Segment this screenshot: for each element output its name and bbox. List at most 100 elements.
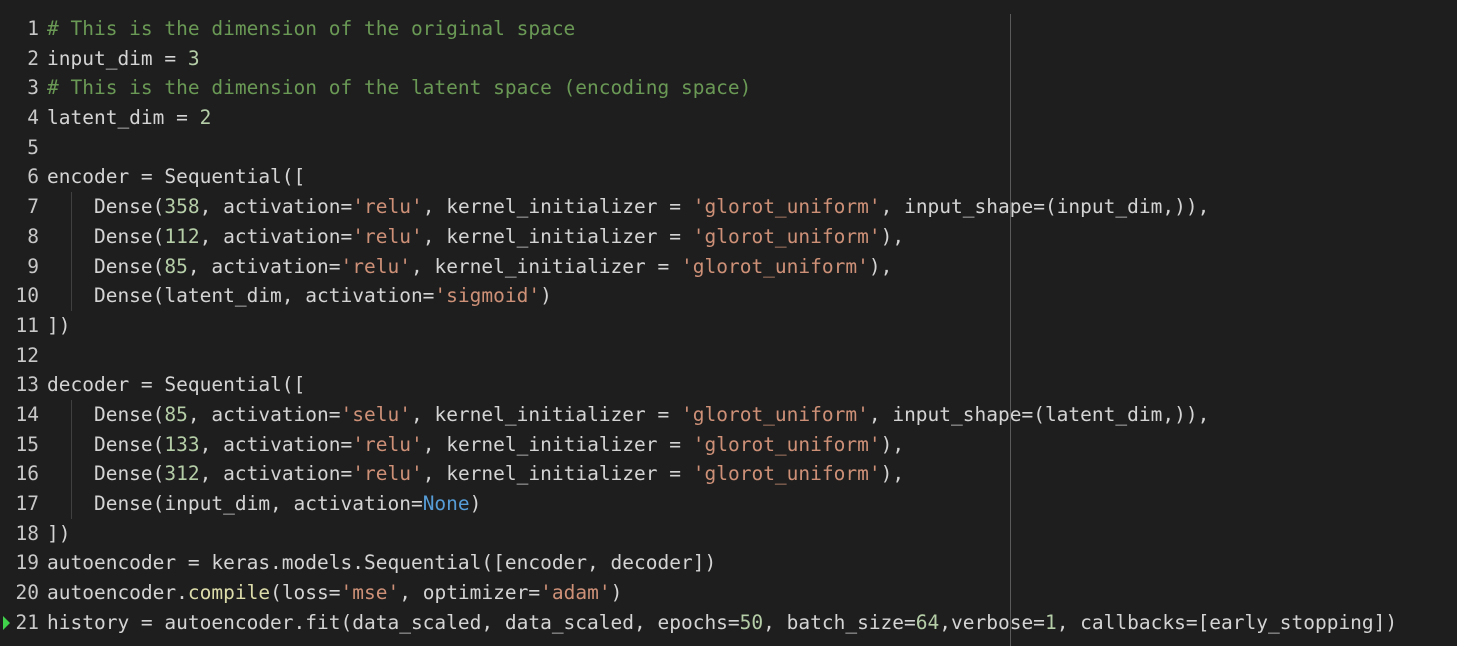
code-text: ]) xyxy=(47,311,70,341)
code-token-default: , activation= xyxy=(199,224,353,248)
code-token-string: 'glorot_uniform' xyxy=(692,224,881,248)
code-line[interactable]: 9 Dense(85, activation='relu', kernel_in… xyxy=(0,251,1457,282)
code-token-func: compile xyxy=(187,581,271,605)
code-line[interactable]: 10 Dense(latent_dim, activation='sigmoid… xyxy=(0,281,1457,311)
code-line[interactable]: 21 history = autoencoder.fit(data_scaled,… xyxy=(0,608,1457,638)
code-token-default: Dense(input_dim, activation= xyxy=(47,492,423,515)
code-line[interactable]: 8 Dense(112, activation='relu', kernel_i… xyxy=(0,221,1457,252)
line-number: 9 xyxy=(27,254,39,278)
code-token-number: 133 xyxy=(164,432,200,456)
line-number: 13 xyxy=(15,373,39,397)
code-line[interactable]: 20 autoencoder.compile(loss='mse', optimi… xyxy=(0,578,1457,608)
code-token-number: 50 xyxy=(739,610,764,634)
code-token-number: 358 xyxy=(164,195,200,219)
code-token-number: 2 xyxy=(199,106,212,130)
code-token-string: 'glorot_uniform' xyxy=(692,195,881,219)
code-line[interactable]: 15 Dense(133, activation='relu', kernel_… xyxy=(0,429,1457,460)
code-token-default: Dense( xyxy=(47,402,165,426)
code-line[interactable]: 2 input_dim = 3 xyxy=(0,44,1457,74)
line-number: 2 xyxy=(27,46,39,70)
code-text: Dense(133, activation='relu', kernel_ini… xyxy=(47,430,904,460)
code-line[interactable]: 11]) xyxy=(0,311,1457,341)
code-text: Dense(latent_dim, activation='sigmoid') xyxy=(47,281,552,311)
code-token-default: , activation= xyxy=(187,402,341,426)
line-number: 10 xyxy=(15,284,39,308)
code-token-string: 'selu' xyxy=(340,402,411,426)
code-line[interactable]: 17 Dense(input_dim, activation=None) xyxy=(0,489,1457,519)
code-text: decoder = Sequential([ xyxy=(47,370,305,400)
code-text: encoder = Sequential([ xyxy=(47,162,305,192)
code-token-default: decoder = Sequential([ xyxy=(47,373,306,397)
code-token-default: ), xyxy=(880,224,905,248)
code-token-default: ) xyxy=(540,284,552,308)
code-token-default: , callbacks=[early_stopping]) xyxy=(1056,610,1398,634)
code-text: # This is the dimension of the latent sp… xyxy=(47,73,751,103)
code-text: Dense(input_dim, activation=None) xyxy=(47,489,481,519)
code-text: input_dim = 3 xyxy=(47,44,200,74)
code-token-default: , kernel_initializer = xyxy=(422,432,693,456)
code-token-number: 1 xyxy=(1044,610,1057,634)
code-token-default: , input_shape=(latent_dim,)), xyxy=(868,402,1210,426)
code-token-string: 'relu' xyxy=(340,254,411,278)
code-token-string: 'relu' xyxy=(352,462,423,486)
code-line[interactable]: 13 decoder = Sequential([ xyxy=(0,370,1457,400)
code-token-default: , activation= xyxy=(199,195,353,219)
code-line[interactable]: 3 # This is the dimension of the latent s… xyxy=(0,73,1457,103)
code-token-string: 'adam' xyxy=(540,581,611,605)
code-token-default: encoder = Sequential([ xyxy=(47,165,306,189)
code-line[interactable]: 1 # This is the dimension of the original… xyxy=(0,14,1457,44)
code-token-default: latent_dim = xyxy=(47,106,200,130)
code-line[interactable]: 18]) xyxy=(0,519,1457,549)
code-token-default: Dense( xyxy=(47,254,165,278)
code-token-default: Dense( xyxy=(47,432,165,456)
code-text: ]) xyxy=(47,519,70,549)
code-token-default: autoencoder. xyxy=(47,581,188,605)
code-token-default: ) xyxy=(469,492,482,515)
line-number: 15 xyxy=(15,432,39,456)
code-token-default: Dense( xyxy=(47,462,165,486)
code-text: Dense(85, activation='relu', kernel_init… xyxy=(47,252,892,282)
column-ruler xyxy=(1010,14,1011,646)
code-token-number: 85 xyxy=(164,402,188,426)
code-token-default: , kernel_initializer = xyxy=(422,462,693,486)
code-line[interactable]: 14 Dense(85, activation='selu', kernel_i… xyxy=(0,399,1457,430)
code-line[interactable]: 4 latent_dim = 2 xyxy=(0,103,1457,133)
code-text: history = autoencoder.fit(data_scaled, d… xyxy=(47,608,1397,638)
code-editor[interactable]: 1 # This is the dimension of the original… xyxy=(0,14,1457,637)
code-token-number: 312 xyxy=(164,462,200,486)
code-text: Dense(358, activation='relu', kernel_ini… xyxy=(47,192,1209,222)
code-token-default: ) xyxy=(610,581,623,605)
line-number: 21 xyxy=(15,610,39,634)
code-line[interactable]: 16 Dense(312, activation='relu', kernel_… xyxy=(0,459,1457,489)
line-number: 5 xyxy=(27,135,39,159)
code-text: autoencoder = keras.models.Sequential([e… xyxy=(47,548,716,578)
code-token-default: , kernel_initializer = xyxy=(422,224,693,248)
code-line[interactable]: 6 encoder = Sequential([ xyxy=(0,162,1457,192)
code-token-default: ), xyxy=(868,254,893,278)
code-text: Dense(312, activation='relu', kernel_ini… xyxy=(47,459,904,489)
code-token-default: , activation= xyxy=(199,432,353,456)
code-token-default: , activation= xyxy=(187,254,341,278)
code-token-default: , activation= xyxy=(199,462,353,486)
code-token-comment: # This is the dimension of the latent sp… xyxy=(47,76,752,100)
code-token-string: 'relu' xyxy=(352,195,423,219)
line-number: 6 xyxy=(27,165,39,189)
code-token-string: 'sigmoid' xyxy=(434,284,541,308)
code-token-string: 'glorot_uniform' xyxy=(681,402,869,426)
code-text: autoencoder.compile(loss='mse', optimize… xyxy=(47,578,622,608)
code-token-default: , input_shape=(input_dim,)), xyxy=(880,195,1210,219)
code-line[interactable]: 5 xyxy=(0,133,1457,163)
code-token-string: 'glorot_uniform' xyxy=(681,254,869,278)
line-number: 7 xyxy=(27,195,39,219)
line-number: 8 xyxy=(27,224,39,248)
code-token-default: , batch_size= xyxy=(763,610,916,634)
code-line[interactable]: 12 xyxy=(0,341,1457,371)
code-line[interactable]: 19 autoencoder = keras.models.Sequential(… xyxy=(0,548,1457,578)
code-token-string: 'glorot_uniform' xyxy=(692,462,881,486)
code-token-default: ,verbose= xyxy=(939,610,1045,634)
code-token-string: 'relu' xyxy=(352,432,423,456)
code-token-default: Dense( xyxy=(47,224,165,248)
code-line[interactable]: 7 Dense(358, activation='relu', kernel_i… xyxy=(0,192,1457,222)
code-token-default: , kernel_initializer = xyxy=(410,402,681,426)
line-number: 4 xyxy=(27,106,39,130)
